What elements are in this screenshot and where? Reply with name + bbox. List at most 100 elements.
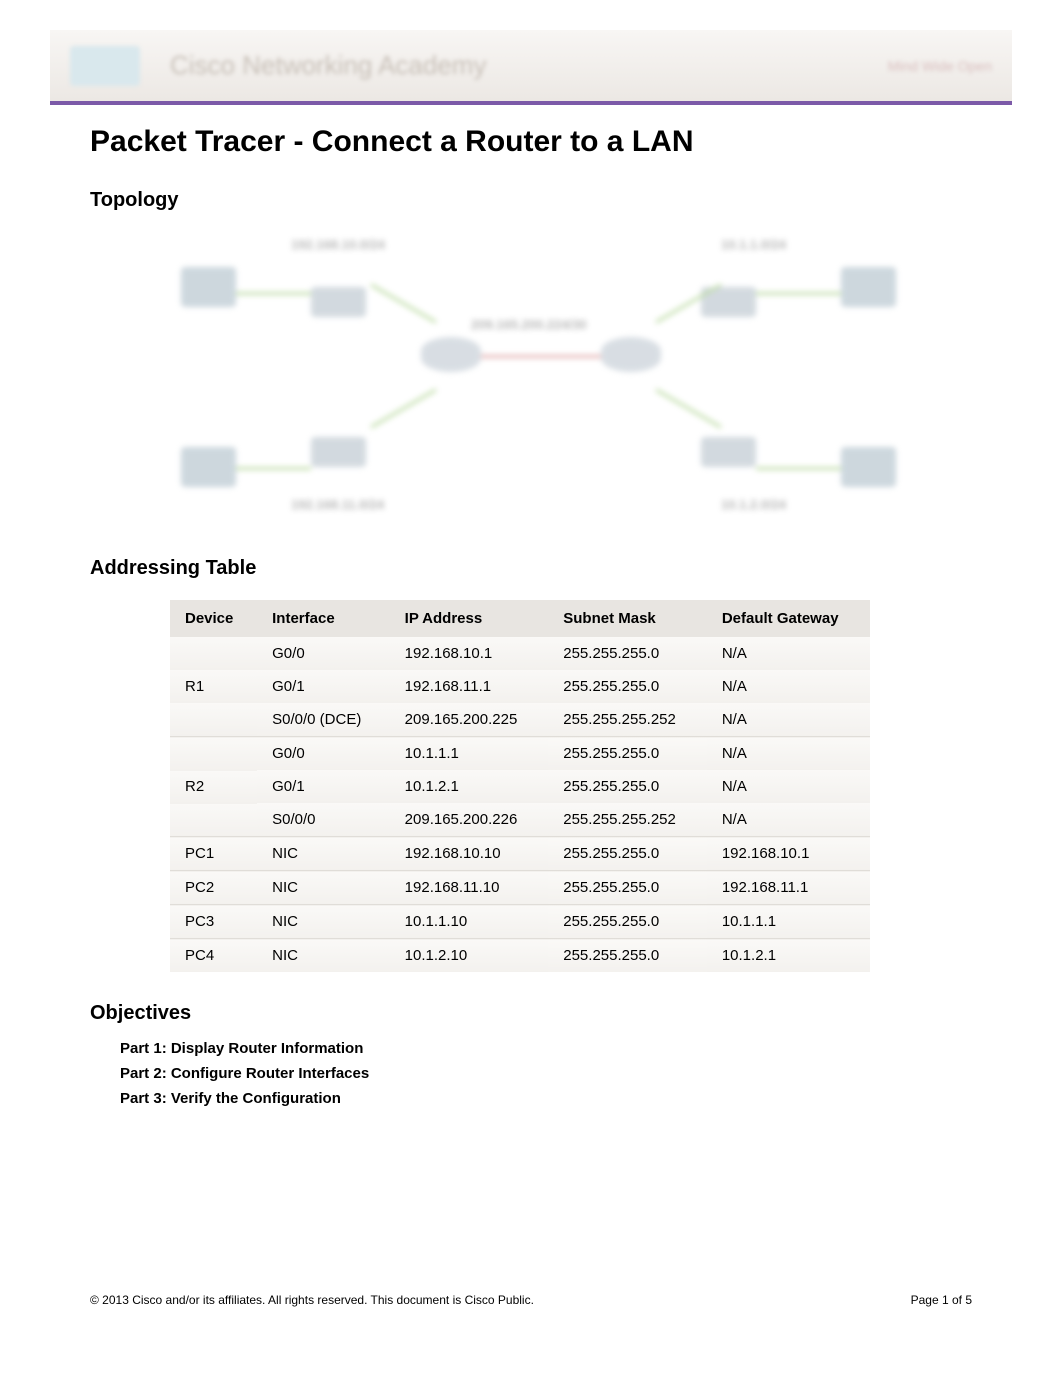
- switch-icon: [701, 437, 756, 467]
- table-row: PC1NIC192.168.10.10255.255.255.0192.168.…: [170, 837, 870, 871]
- cell-device: PC3: [170, 905, 257, 939]
- objective-item: Part 2: Configure Router Interfaces: [120, 1065, 972, 1082]
- cell-device: R2: [170, 737, 257, 837]
- col-gateway: Default Gateway: [707, 600, 870, 637]
- network-label: 209.165.200.224/30: [471, 317, 587, 332]
- cell-mask: 255.255.255.0: [548, 670, 707, 703]
- table-row: S0/0/0209.165.200.226255.255.255.252N/A: [170, 803, 870, 837]
- table-header-row: Device Interface IP Address Subnet Mask …: [170, 600, 870, 637]
- cell-gateway: N/A: [707, 737, 870, 771]
- switch-icon: [311, 437, 366, 467]
- link-line: [756, 467, 841, 470]
- cell-ip: 10.1.2.10: [390, 939, 549, 973]
- page-footer: © 2013 Cisco and/or its affiliates. All …: [90, 1293, 972, 1307]
- cell-mask: 255.255.255.0: [548, 871, 707, 905]
- cell-interface: G0/0: [257, 637, 390, 670]
- col-ip: IP Address: [390, 600, 549, 637]
- cell-mask: 255.255.255.0: [548, 939, 707, 973]
- link-line: [236, 292, 311, 295]
- switch-icon: [311, 287, 366, 317]
- cell-mask: 255.255.255.0: [548, 637, 707, 670]
- addressing-table-heading: Addressing Table: [90, 557, 972, 580]
- cell-interface: S0/0/0 (DCE): [257, 703, 390, 737]
- pc-icon: [841, 447, 896, 487]
- link-line: [481, 355, 601, 358]
- link-line: [370, 388, 436, 428]
- objective-item: Part 1: Display Router Information: [120, 1040, 972, 1057]
- topology-diagram: 192.168.10.0/24 10.1.1.0/24 209.165.200.…: [141, 227, 921, 527]
- cell-gateway: 10.1.1.1: [707, 905, 870, 939]
- header-banner: Cisco Networking Academy Mind Wide Open: [50, 30, 1012, 105]
- cell-ip: 209.165.200.225: [390, 703, 549, 737]
- cell-mask: 255.255.255.252: [548, 803, 707, 837]
- network-label: 192.168.11.0/24: [291, 497, 384, 512]
- cell-device: PC4: [170, 939, 257, 973]
- objectives-heading: Objectives: [90, 1002, 972, 1025]
- pc-icon: [181, 267, 236, 307]
- cell-mask: 255.255.255.0: [548, 770, 707, 803]
- link-line: [236, 467, 311, 470]
- cell-interface: NIC: [257, 837, 390, 871]
- cell-device: PC2: [170, 871, 257, 905]
- banner-tagline: Mind Wide Open: [888, 58, 992, 74]
- cell-mask: 255.255.255.0: [548, 737, 707, 771]
- cell-interface: S0/0/0: [257, 803, 390, 837]
- col-interface: Interface: [257, 600, 390, 637]
- cisco-logo-icon: [70, 46, 140, 86]
- table-row: R2G0/010.1.1.1255.255.255.0N/A: [170, 737, 870, 771]
- table-row: G0/1192.168.11.1255.255.255.0N/A: [170, 670, 870, 703]
- router-icon: [601, 337, 661, 372]
- table-row: G0/110.1.2.1255.255.255.0N/A: [170, 770, 870, 803]
- pc-icon: [841, 267, 896, 307]
- objectives-list: Part 1: Display Router Information Part …: [120, 1040, 972, 1107]
- network-label: 10.1.1.0/24: [721, 237, 786, 252]
- cell-device: R1: [170, 637, 257, 737]
- cell-device: PC1: [170, 837, 257, 871]
- cell-gateway: N/A: [707, 803, 870, 837]
- pc-icon: [181, 447, 236, 487]
- cell-ip: 209.165.200.226: [390, 803, 549, 837]
- router-icon: [421, 337, 481, 372]
- objective-item: Part 3: Verify the Configuration: [120, 1090, 972, 1107]
- cell-gateway: N/A: [707, 670, 870, 703]
- cell-gateway: N/A: [707, 703, 870, 737]
- link-line: [756, 292, 841, 295]
- cell-gateway: N/A: [707, 770, 870, 803]
- cell-interface: G0/0: [257, 737, 390, 771]
- table-row: PC3NIC10.1.1.10255.255.255.010.1.1.1: [170, 905, 870, 939]
- cell-mask: 255.255.255.0: [548, 905, 707, 939]
- table-row: S0/0/0 (DCE)209.165.200.225255.255.255.2…: [170, 703, 870, 737]
- cell-ip: 10.1.2.1: [390, 770, 549, 803]
- footer-page-number: Page 1 of 5: [911, 1293, 972, 1307]
- cell-gateway: 10.1.2.1: [707, 939, 870, 973]
- cell-mask: 255.255.255.0: [548, 837, 707, 871]
- network-label: 192.168.10.0/24: [291, 237, 385, 252]
- table-row: R1G0/0192.168.10.1255.255.255.0N/A: [170, 637, 870, 670]
- cell-ip: 192.168.11.10: [390, 871, 549, 905]
- cell-interface: G0/1: [257, 770, 390, 803]
- page-title: Packet Tracer - Connect a Router to a LA…: [90, 125, 972, 159]
- cell-ip: 192.168.10.10: [390, 837, 549, 871]
- banner-title: Cisco Networking Academy: [170, 50, 486, 81]
- cell-gateway: N/A: [707, 637, 870, 670]
- cell-ip: 192.168.11.1: [390, 670, 549, 703]
- addressing-table: Device Interface IP Address Subnet Mask …: [170, 600, 870, 972]
- cell-interface: NIC: [257, 905, 390, 939]
- cell-ip: 10.1.1.10: [390, 905, 549, 939]
- col-device: Device: [170, 600, 257, 637]
- network-label: 10.1.2.0/24: [721, 497, 786, 512]
- table-row: PC4NIC10.1.2.10255.255.255.010.1.2.1: [170, 939, 870, 973]
- link-line: [655, 388, 721, 428]
- cell-interface: G0/1: [257, 670, 390, 703]
- topology-heading: Topology: [90, 189, 972, 212]
- cell-interface: NIC: [257, 871, 390, 905]
- cell-gateway: 192.168.10.1: [707, 837, 870, 871]
- cell-gateway: 192.168.11.1: [707, 871, 870, 905]
- link-line: [370, 283, 436, 323]
- col-mask: Subnet Mask: [548, 600, 707, 637]
- table-row: PC2NIC192.168.11.10255.255.255.0192.168.…: [170, 871, 870, 905]
- footer-copyright: © 2013 Cisco and/or its affiliates. All …: [90, 1293, 534, 1307]
- cell-ip: 192.168.10.1: [390, 637, 549, 670]
- cell-mask: 255.255.255.252: [548, 703, 707, 737]
- cell-ip: 10.1.1.1: [390, 737, 549, 771]
